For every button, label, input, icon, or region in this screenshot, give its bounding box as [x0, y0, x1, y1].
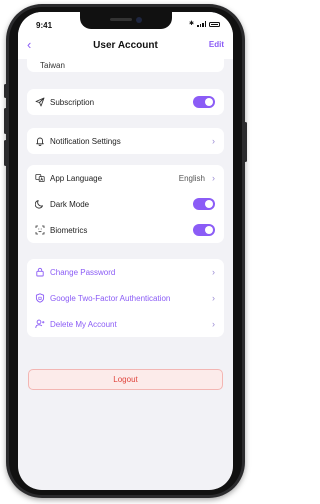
country-value: Taiwan [40, 61, 65, 70]
two-factor-label: Google Two-Factor Authentication [50, 293, 171, 303]
change-password-row[interactable]: Change Password › [27, 259, 224, 285]
status-time: 9:41 [36, 21, 53, 30]
power-button [244, 122, 247, 162]
dark-mode-row: Dark Mode [27, 191, 224, 217]
delete-account-row[interactable]: Delete My Account › [27, 311, 224, 337]
front-camera [136, 17, 142, 23]
volume-up-button [4, 108, 7, 134]
shield-icon [35, 293, 45, 303]
app-language-label: App Language [50, 173, 103, 183]
settings-content: Taiwan Subscription Notification Setting… [18, 59, 233, 490]
bell-icon [35, 136, 45, 146]
change-password-label: Change Password [50, 267, 116, 277]
app-language-value: English [178, 173, 205, 183]
lock-icon [35, 267, 45, 277]
biometrics-row: Biometrics [27, 217, 224, 243]
volume-down-button [4, 140, 7, 166]
subscription-toggle[interactable] [193, 96, 215, 108]
app-screen: 9:41 ✱ ‹ User Account Edit Taiwan Subscr… [18, 12, 233, 490]
mute-switch [4, 84, 7, 98]
subscription-label: Subscription [50, 97, 95, 107]
app-header: ‹ User Account Edit [18, 32, 233, 59]
dark-mode-label: Dark Mode [50, 199, 90, 209]
biometrics-label: Biometrics [50, 225, 88, 235]
logout-button[interactable]: Logout [28, 369, 223, 390]
profile-card: Taiwan [27, 59, 224, 72]
notch [80, 12, 172, 29]
translate-icon [35, 173, 45, 183]
biometrics-toggle[interactable] [193, 224, 215, 236]
logout-label: Logout [113, 375, 138, 384]
user-remove-icon [35, 319, 45, 329]
bluetooth-icon: ✱ [188, 21, 194, 27]
notification-settings-row[interactable]: Notification Settings › [27, 128, 224, 154]
delete-account-label: Delete My Account [50, 319, 117, 329]
face-id-icon [35, 225, 45, 235]
edit-button[interactable]: Edit [209, 40, 224, 49]
chevron-right-icon: › [212, 293, 215, 303]
notification-settings-label: Notification Settings [50, 136, 121, 146]
notification-card: Notification Settings › [27, 128, 224, 154]
dark-mode-toggle[interactable] [193, 198, 215, 210]
send-icon [35, 97, 45, 107]
moon-icon [35, 199, 45, 209]
subscription-card: Subscription [27, 89, 224, 115]
chevron-right-icon: › [212, 136, 215, 146]
page-title: User Account [93, 40, 158, 51]
chevron-right-icon: › [212, 267, 215, 277]
signal-icon [197, 21, 206, 27]
two-factor-row[interactable]: Google Two-Factor Authentication › [27, 285, 224, 311]
chevron-right-icon: › [212, 173, 215, 183]
chevron-right-icon: › [212, 319, 215, 329]
status-icons: ✱ [189, 21, 220, 27]
preferences-card: App Language English › Dark Mode Biometr… [27, 165, 224, 243]
battery-icon [209, 21, 220, 27]
speaker [110, 18, 132, 21]
app-language-row[interactable]: App Language English › [27, 165, 224, 191]
subscription-row[interactable]: Subscription [27, 89, 224, 115]
security-card: Change Password › Google Two-Factor Auth… [27, 259, 224, 337]
